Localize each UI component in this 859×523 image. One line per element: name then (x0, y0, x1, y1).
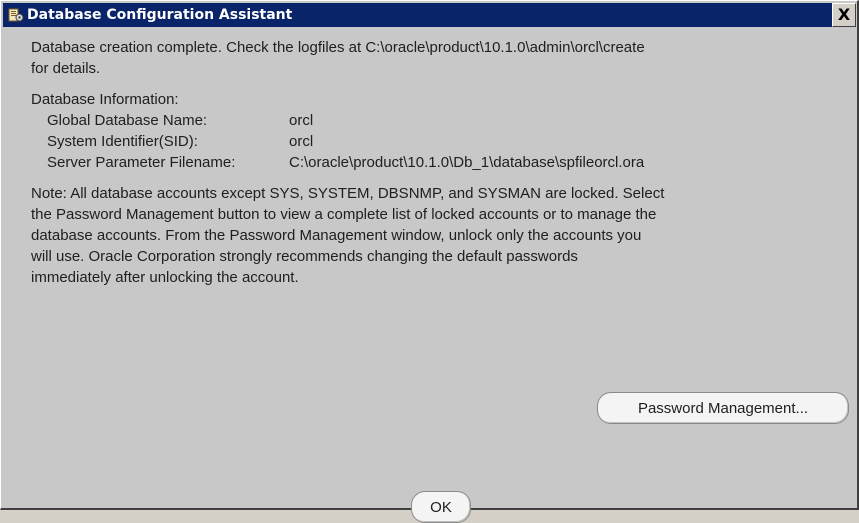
password-management-button[interactable]: Password Management... (597, 392, 849, 424)
close-button[interactable]: X (832, 3, 856, 27)
info-label: System Identifier(SID): (47, 133, 198, 150)
database-info-table: Global Database Name: orcl System Identi… (31, 110, 841, 173)
database-info-heading: Database Information: (31, 91, 179, 108)
title-bar[interactable]: Database Configuration Assistant X (3, 3, 856, 27)
dialog-content: Database creation complete. Check the lo… (31, 37, 841, 288)
completion-message-line-1: Database creation complete. Check the lo… (31, 39, 645, 56)
info-value: orcl (289, 112, 314, 129)
info-row-spfile: Server Parameter Filename: C:\oracle\pro… (31, 152, 841, 173)
note-line-4: will use. Oracle Corporation strongly re… (31, 248, 578, 265)
note-line-5: immediately after unlocking the account. (31, 269, 299, 286)
close-icon: X (837, 5, 851, 24)
info-value: C:\oracle\product\10.1.0\Db_1\database\s… (289, 154, 645, 171)
note-line-1: Note: All database accounts except SYS, … (31, 185, 665, 202)
database-assistant-icon (8, 7, 24, 23)
ok-button[interactable]: OK (411, 491, 471, 523)
info-value: orcl (289, 133, 314, 150)
info-label: Global Database Name: (47, 112, 208, 129)
info-row-global-name: Global Database Name: orcl (31, 110, 841, 131)
window-title: Database Configuration Assistant (27, 7, 293, 23)
completion-message-line-2: for details. (31, 60, 101, 77)
note-line-3: database accounts. From the Password Man… (31, 227, 642, 244)
info-label: Server Parameter Filename: (47, 154, 236, 171)
note-line-2: the Password Management button to view a… (31, 206, 657, 223)
info-row-sid: System Identifier(SID): orcl (31, 131, 841, 152)
dialog-window: Database Configuration Assistant X Datab… (0, 0, 859, 523)
